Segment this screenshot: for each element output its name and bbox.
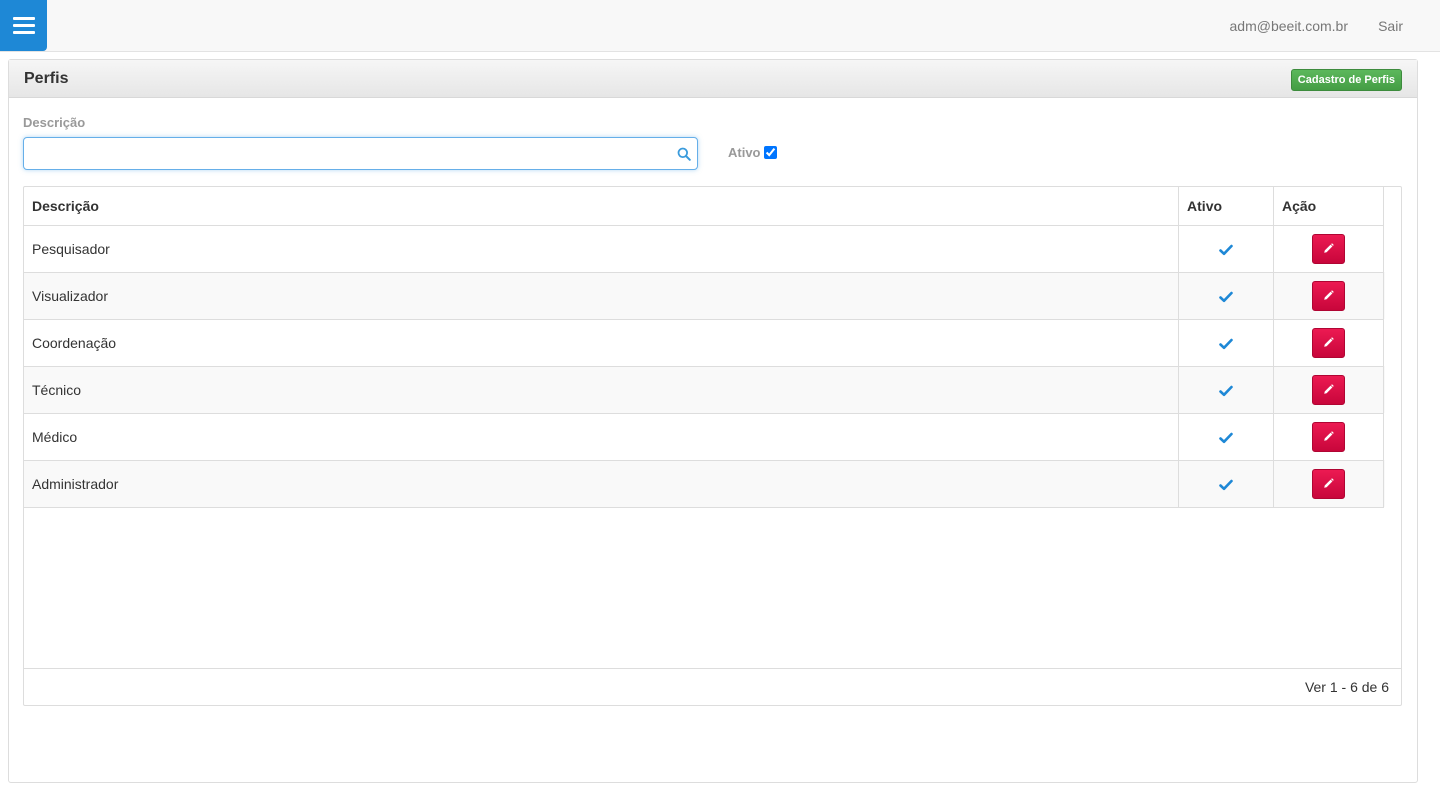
profile-description-cell: Administrador — [24, 460, 1180, 508]
profile-action-cell — [1273, 413, 1384, 461]
profile-action-cell — [1273, 272, 1384, 320]
row-spacer — [1383, 366, 1384, 413]
row-spacer — [1383, 460, 1384, 507]
check-icon — [1219, 479, 1233, 490]
profile-description-cell: Técnico — [24, 366, 1180, 414]
profile-active-cell — [1178, 460, 1274, 508]
check-icon — [1219, 432, 1233, 443]
row-spacer — [1384, 319, 1385, 366]
profile-active-cell — [1178, 366, 1274, 414]
hamburger-menu-icon — [12, 16, 35, 35]
top-navbar: adm@beeit.com.br Sair — [0, 0, 1440, 52]
pencil-icon — [1324, 290, 1334, 300]
profiles-table: Descrição Ativo Ação Pesquisador Visualiz… — [24, 187, 1384, 508]
table-row[interactable]: Coordenação — [24, 319, 1385, 367]
check-icon — [1219, 244, 1233, 255]
pencil-icon — [1324, 337, 1334, 347]
profile-active-cell — [1178, 225, 1274, 273]
profile-active-cell — [1178, 272, 1274, 320]
description-filter-label: Descrição — [23, 115, 86, 130]
active-filter-checkbox[interactable] — [763, 146, 777, 159]
edit-profile-button[interactable] — [1312, 280, 1345, 311]
add-profile-button[interactable]: Cadastro de Perfis — [1290, 69, 1402, 91]
search-icon[interactable] — [677, 147, 691, 161]
table-row[interactable]: Pesquisador — [24, 225, 1385, 273]
row-spacer — [1384, 413, 1385, 460]
profile-action-cell — [1273, 225, 1384, 273]
edit-profile-button[interactable] — [1312, 327, 1345, 358]
column-header-acao: Ação — [1273, 187, 1384, 226]
page-title: Perfis — [24, 70, 69, 87]
profiles-panel: Perfis Cadastro de Perfis Descrição Ativ… — [8, 59, 1418, 783]
check-icon — [1219, 291, 1233, 302]
profile-description-cell: Pesquisador — [24, 225, 1180, 273]
grid-footer: Ver 1 - 6 de 6 — [24, 668, 1401, 705]
hamburger-menu-button[interactable] — [0, 0, 47, 51]
edit-profile-button[interactable] — [1312, 374, 1345, 405]
user-email: adm@beeit.com.br — [1229, 18, 1348, 34]
profile-action-cell — [1273, 319, 1384, 367]
panel-heading: Perfis Cadastro de Perfis — [9, 60, 1417, 98]
profile-active-cell — [1178, 319, 1274, 367]
edit-profile-button[interactable] — [1312, 468, 1345, 499]
table-header-row: Descrição Ativo Ação — [24, 187, 1384, 226]
profiles-grid: Descrição Ativo Ação Pesquisador Visualiz… — [23, 186, 1402, 706]
description-search-input[interactable] — [24, 138, 664, 169]
pencil-icon — [1324, 243, 1334, 253]
profile-description-cell: Coordenação — [24, 319, 1180, 367]
table-row[interactable]: Técnico — [24, 366, 1384, 414]
logout-link[interactable]: Sair — [1378, 18, 1403, 34]
profile-description-cell: Visualizador — [24, 272, 1180, 320]
table-row[interactable]: Visualizador — [24, 272, 1384, 320]
edit-profile-button[interactable] — [1312, 421, 1345, 452]
active-filter-label: Ativo — [728, 145, 761, 160]
row-spacer — [1384, 225, 1385, 272]
active-filter: Ativo — [728, 145, 777, 160]
profile-active-cell — [1178, 413, 1274, 461]
table-row[interactable]: Administrador — [24, 460, 1384, 508]
edit-profile-button[interactable] — [1312, 233, 1345, 264]
check-icon — [1219, 338, 1233, 349]
check-icon — [1219, 385, 1233, 396]
column-header-descricao[interactable]: Descrição — [24, 187, 1180, 226]
row-spacer — [1383, 272, 1384, 319]
pencil-icon — [1324, 478, 1334, 488]
description-search-box — [23, 137, 698, 170]
profile-action-cell — [1273, 366, 1384, 414]
pager-info: Ver 1 - 6 de 6 — [1304, 679, 1389, 695]
profile-description-cell: Médico — [24, 413, 1180, 461]
pencil-icon — [1324, 431, 1334, 441]
profile-action-cell — [1273, 460, 1384, 508]
pencil-icon — [1324, 384, 1334, 394]
column-header-ativo[interactable]: Ativo — [1178, 187, 1274, 226]
table-row[interactable]: Médico — [24, 413, 1385, 461]
